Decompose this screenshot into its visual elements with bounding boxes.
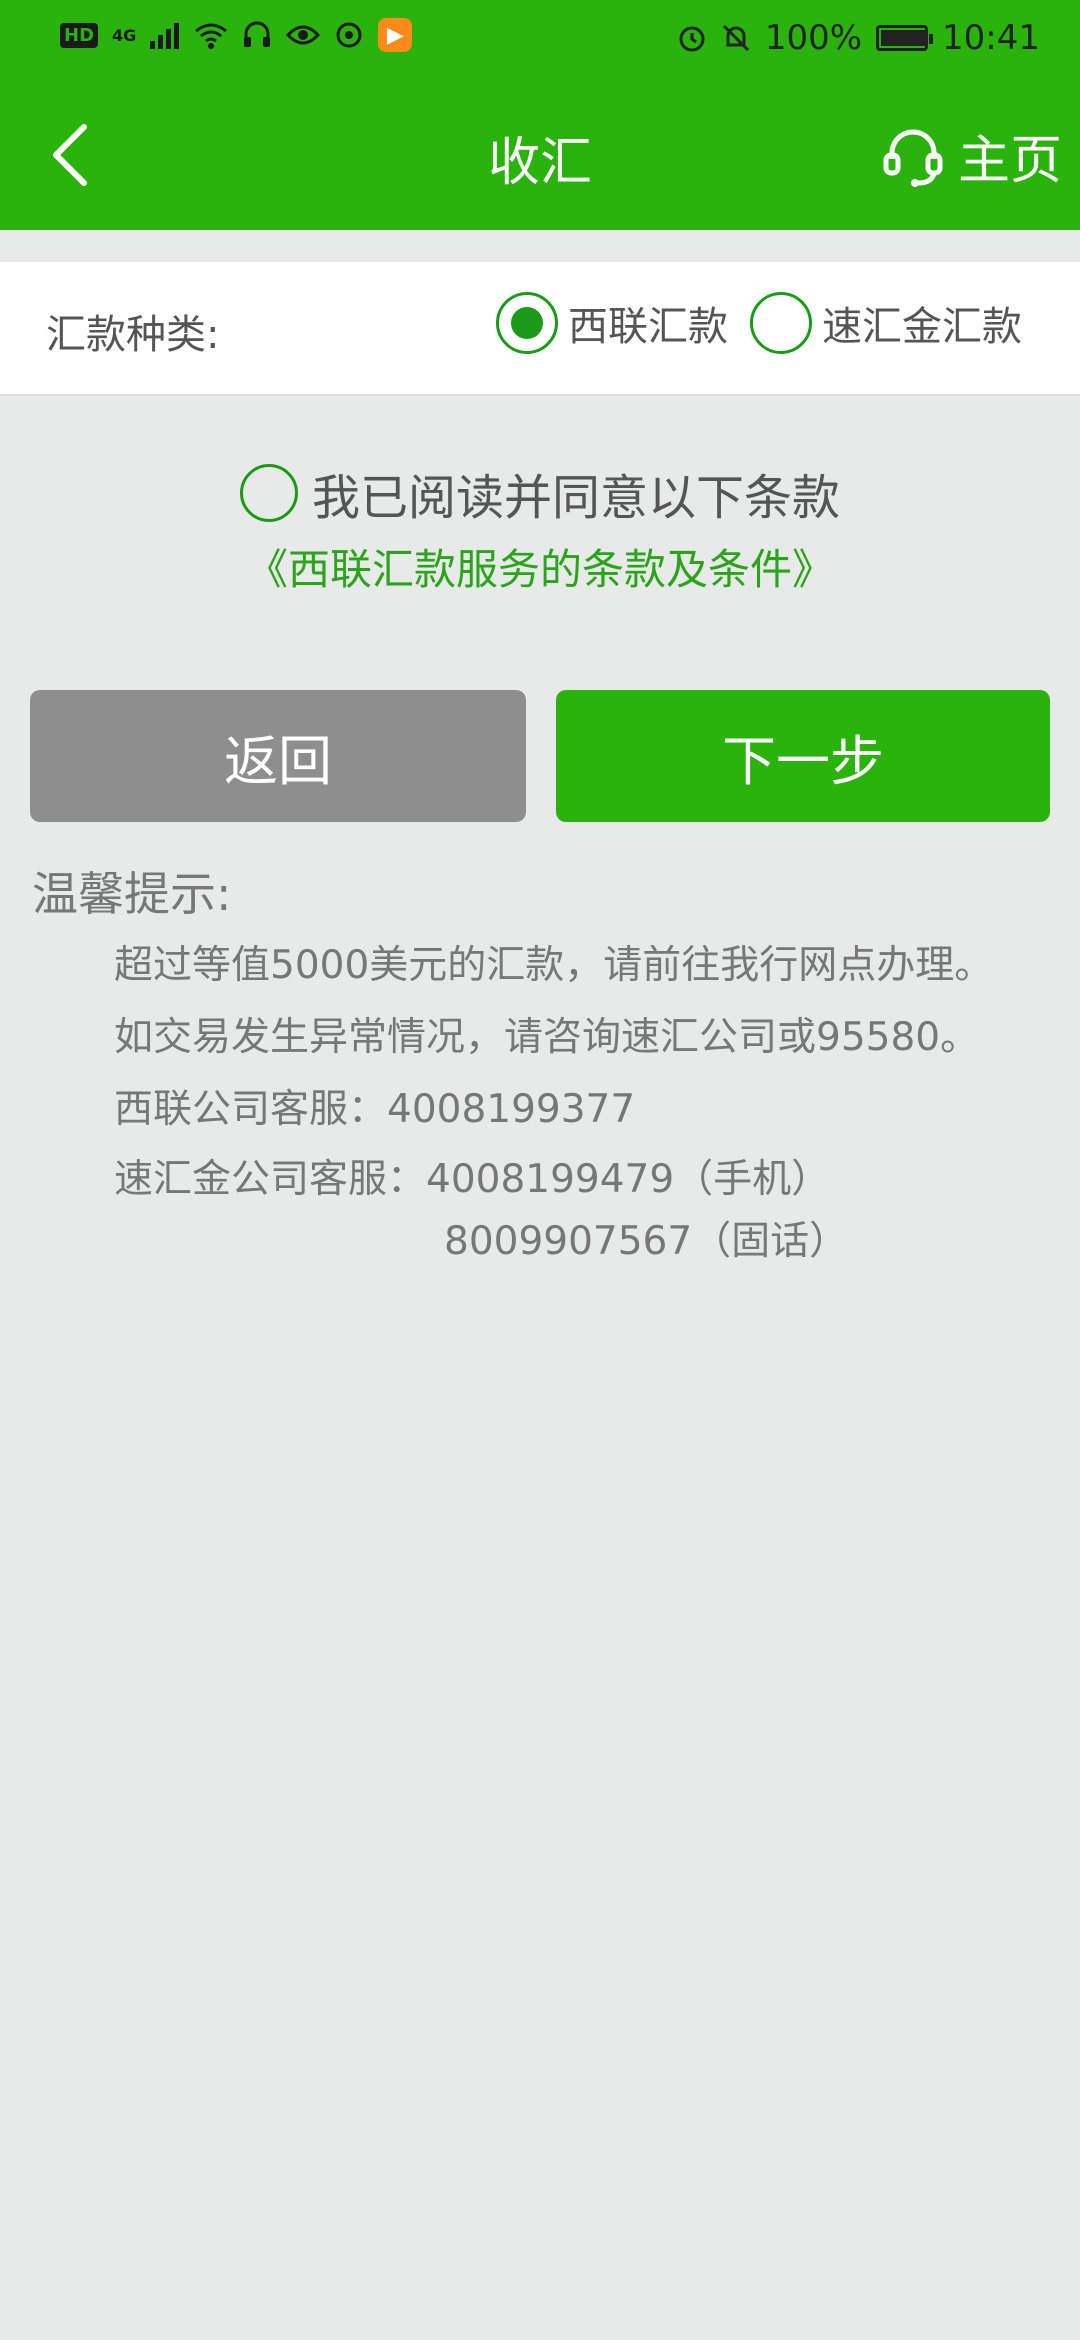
wifi-icon bbox=[194, 21, 228, 49]
remit-option-label: 速汇金汇款 bbox=[822, 304, 1022, 350]
remit-type-label: 汇款种类: bbox=[46, 312, 220, 358]
mute-icon bbox=[721, 23, 751, 53]
status-bar: HD 4G ▶ 100% 10:41 bbox=[0, 0, 1080, 80]
tips-title: 温馨提示: bbox=[32, 867, 232, 921]
remit-type-row: 汇款种类: 西联汇款 速汇金汇款 bbox=[0, 262, 1080, 396]
top-bar: HD 4G ▶ 100% 10:41 收汇 主页 bbox=[0, 0, 1080, 230]
signal-icon bbox=[150, 21, 180, 49]
hd-icon: HD bbox=[60, 22, 99, 48]
tip-line: 超过等值5000美元的汇款，请前往我行网点办理。 bbox=[114, 943, 994, 988]
remit-option-moneygram[interactable]: 速汇金汇款 bbox=[750, 292, 1022, 354]
terms-link[interactable]: 《西联汇款服务的条款及条件》 bbox=[0, 536, 1080, 597]
radio-unselected-icon[interactable] bbox=[750, 292, 812, 354]
headset-icon bbox=[883, 129, 943, 187]
tip-line: 西联公司客服：4008199377 bbox=[114, 1087, 636, 1132]
remit-option-western-union[interactable]: 西联汇款 bbox=[496, 292, 728, 354]
home-label: 主页 bbox=[957, 131, 1062, 191]
return-button[interactable]: 返回 bbox=[30, 690, 526, 822]
agreement-checkbox-row[interactable]: 我已阅读并同意以下条款 bbox=[0, 458, 1080, 528]
tip-line: 8009907567（固话） bbox=[444, 1219, 849, 1264]
network-type-label: 4G bbox=[112, 25, 137, 45]
eye-icon bbox=[286, 23, 321, 47]
app-header: 收汇 主页 bbox=[0, 80, 1080, 230]
next-step-button[interactable]: 下一步 bbox=[556, 690, 1050, 822]
radio-selected-icon[interactable] bbox=[496, 292, 558, 354]
agreement-label: 我已阅读并同意以下条款 bbox=[311, 470, 840, 526]
battery-icon bbox=[876, 25, 934, 51]
home-button[interactable]: 主页 bbox=[882, 118, 1062, 193]
clock: 10:41 bbox=[942, 18, 1040, 58]
remit-option-label: 西联汇款 bbox=[568, 304, 728, 350]
agree-checkbox-icon[interactable] bbox=[239, 464, 298, 522]
tip-line: 如交易发生异常情况，请咨询速汇公司或95580。 bbox=[114, 1015, 980, 1060]
battery-percent: 100% bbox=[764, 18, 863, 58]
sync-icon bbox=[334, 20, 364, 50]
tip-line: 速汇金公司客服：4008199479（手机） bbox=[114, 1157, 831, 1202]
alarm-icon bbox=[677, 23, 707, 53]
app-notification-icon: ▶ bbox=[378, 18, 413, 52]
headphones-icon bbox=[242, 20, 272, 50]
